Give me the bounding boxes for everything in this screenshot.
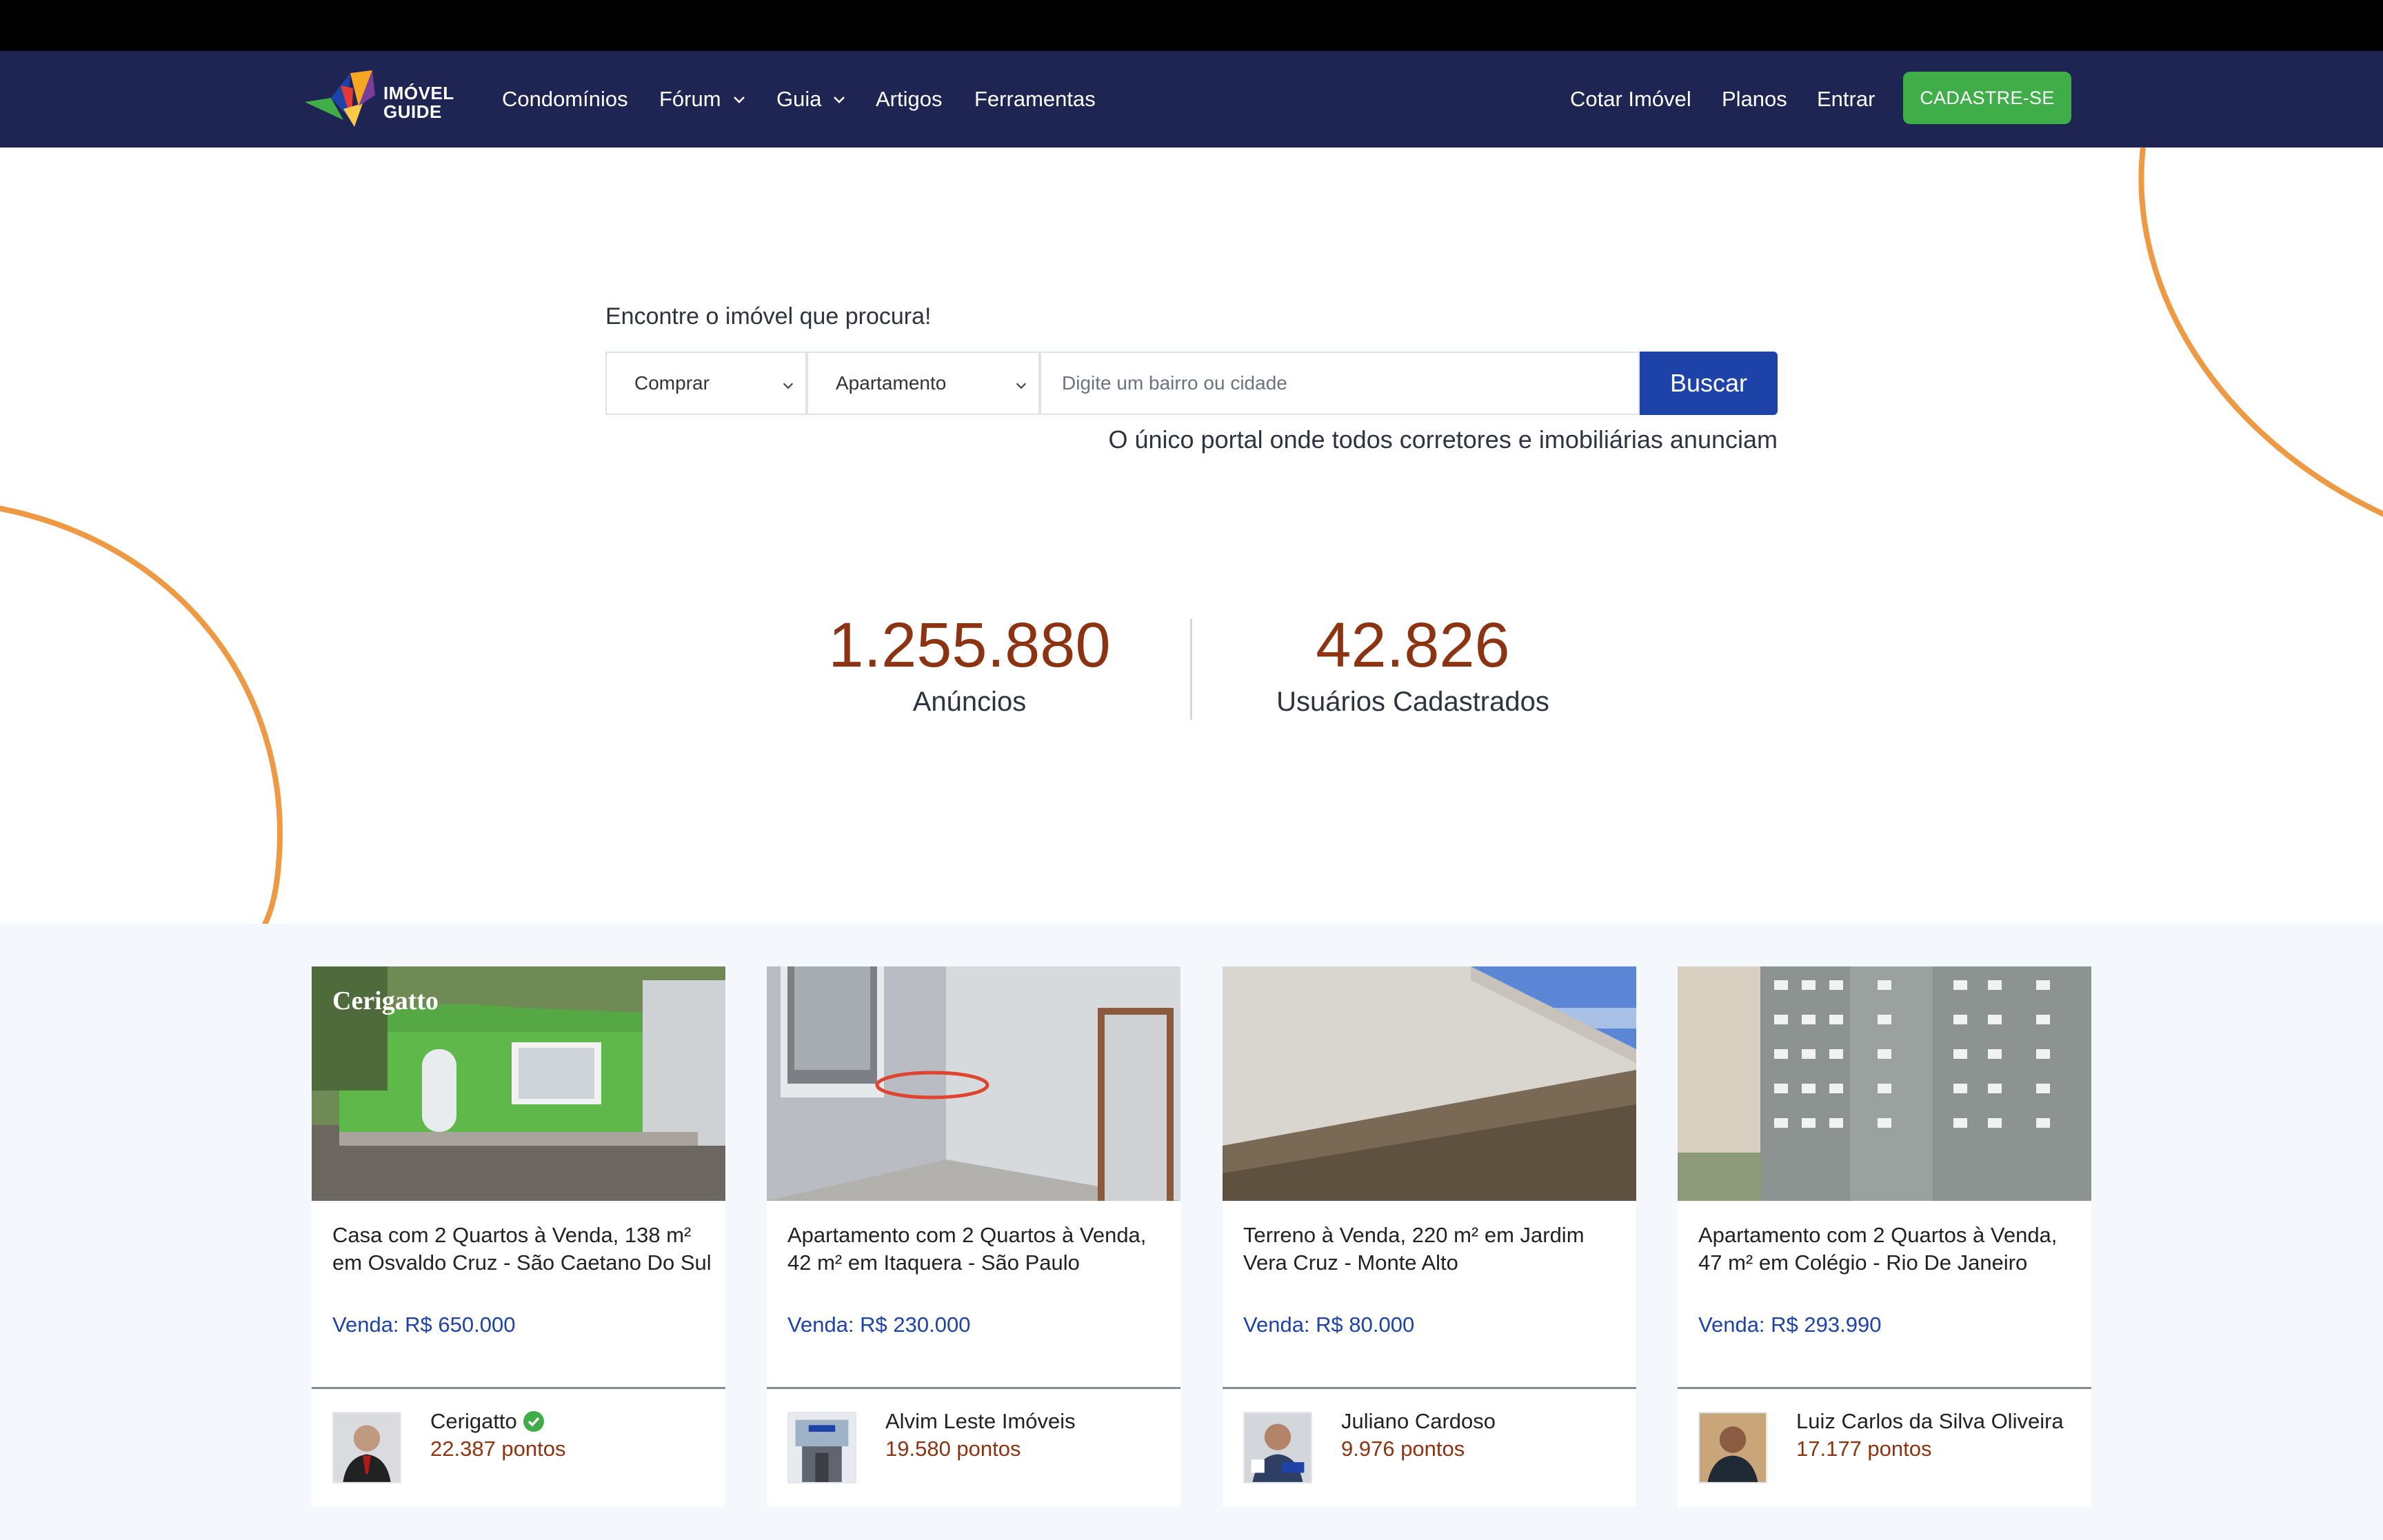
agent-points: 9.976 pontos [1341,1437,1465,1461]
property-type-select[interactable]: Apartamento [807,352,1040,415]
nav-guia[interactable]: Guia [776,51,847,148]
listing-card[interactable]: Cerigatto Casa com 2 Quartos à Venda, 13… [312,966,725,1507]
nav-ferramentas[interactable]: Ferramentas [974,51,1096,148]
photo-watermark: Cerigatto [332,986,439,1015]
agent-name-row[interactable]: Alvim Leste Imóveis [885,1409,1076,1434]
listing-price: Venda: R$ 293.990 [1698,1313,1882,1337]
signup-button[interactable]: CADASTRE-SE [1903,72,2071,124]
listing-title[interactable]: Apartamento com 2 Quartos à Venda, 47 m²… [1698,1222,2078,1277]
agent-name-row[interactable]: Cerigatto [430,1409,545,1434]
tagline: O único portal onde todos corretores e i… [1108,425,1778,454]
nav-artigos[interactable]: Artigos [876,51,942,148]
chevron-down-icon [1016,383,1027,389]
listing-photo[interactable] [1223,966,1636,1201]
agent-name: Luiz Carlos da Silva Oliveira [1796,1409,2064,1433]
nav-cotar-imovel[interactable]: Cotar Imóvel [1570,51,1691,148]
nav-condominios[interactable]: Condomínios [502,51,628,148]
nav-label: Artigos [876,87,943,111]
logo-line-1: IMÓVEL [383,83,454,103]
search-title: Encontre o imóvel que procura! [605,303,932,330]
users-label: Usuários Cadastrados [1276,687,1549,717]
agent-avatar[interactable] [1243,1412,1312,1483]
chevron-down-icon [783,383,794,389]
listing-photo[interactable] [767,966,1180,1201]
top-navbar: IMÓVEL GUIDE Condomínios Fórum Guia Arti… [0,51,2383,148]
verified-badge-icon [523,1411,544,1432]
agent-name: Juliano Cardoso [1341,1409,1496,1433]
chevron-down-icon [733,97,745,103]
agent-avatar[interactable] [332,1412,401,1483]
chevron-down-icon [834,97,845,103]
agent-name: Alvim Leste Imóveis [885,1409,1076,1433]
listing-photo[interactable] [1678,966,2091,1201]
listing-title[interactable]: Apartamento com 2 Quartos à Venda, 42 m²… [787,1222,1167,1277]
agent-name: Cerigatto [430,1409,517,1433]
nav-label: Fórum [659,87,721,111]
browser-top-strip [0,0,2383,51]
nav-label: Guia [776,87,822,111]
listing-card[interactable]: Apartamento com 2 Quartos à Venda, 47 m²… [1678,966,2091,1507]
agent-points: 19.580 pontos [885,1437,1021,1461]
nav-entrar[interactable]: Entrar [1817,51,1875,148]
nav-label: Condomínios [502,87,628,111]
property-type-select-value: Apartamento [836,372,947,394]
card-divider [1678,1387,2091,1389]
nav-label: Planos [1722,87,1787,111]
card-divider [1223,1387,1636,1389]
agent-avatar[interactable] [787,1412,856,1483]
users-count: 42.826 [1316,610,1510,680]
card-divider [767,1387,1180,1389]
listing-title[interactable]: Casa com 2 Quartos à Venda, 138 m² em Os… [332,1222,712,1277]
ads-label: Anúncios [912,687,1027,717]
listing-price: Venda: R$ 650.000 [332,1313,516,1337]
location-search-input[interactable] [1040,352,1640,415]
transaction-select[interactable]: Comprar [605,352,807,415]
nav-label: Cotar Imóvel [1570,87,1691,111]
agent-avatar[interactable] [1698,1412,1767,1483]
listing-price: Venda: R$ 230.000 [787,1313,971,1337]
listing-title[interactable]: Terreno à Venda, 220 m² em Jardim Vera C… [1243,1222,1622,1277]
nav-label: Ferramentas [974,87,1096,111]
agent-points: 22.387 pontos [430,1437,566,1461]
stats-divider [1190,619,1192,720]
listing-card[interactable]: Apartamento com 2 Quartos à Venda, 42 m²… [767,966,1180,1507]
listing-price: Venda: R$ 80.000 [1243,1313,1415,1337]
listing-photo[interactable]: Cerigatto [312,966,725,1201]
logo-line-2: GUIDE [383,101,442,122]
search-button[interactable]: Buscar [1640,352,1778,415]
nav-label: Entrar [1817,87,1876,111]
card-divider [312,1387,725,1389]
transaction-select-value: Comprar [634,372,710,394]
ads-count: 1.255.880 [828,610,1111,680]
nav-planos[interactable]: Planos [1722,51,1787,148]
agent-name-row[interactable]: Juliano Cardoso [1341,1409,1496,1434]
logo-wordmark[interactable]: IMÓVEL GUIDE [383,84,454,121]
agent-points: 17.177 pontos [1796,1437,1932,1461]
agent-name-row[interactable]: Luiz Carlos da Silva Oliveira [1796,1409,2064,1434]
nav-forum[interactable]: Fórum [659,51,747,148]
listing-card[interactable]: Terreno à Venda, 220 m² em Jardim Vera C… [1223,966,1636,1507]
